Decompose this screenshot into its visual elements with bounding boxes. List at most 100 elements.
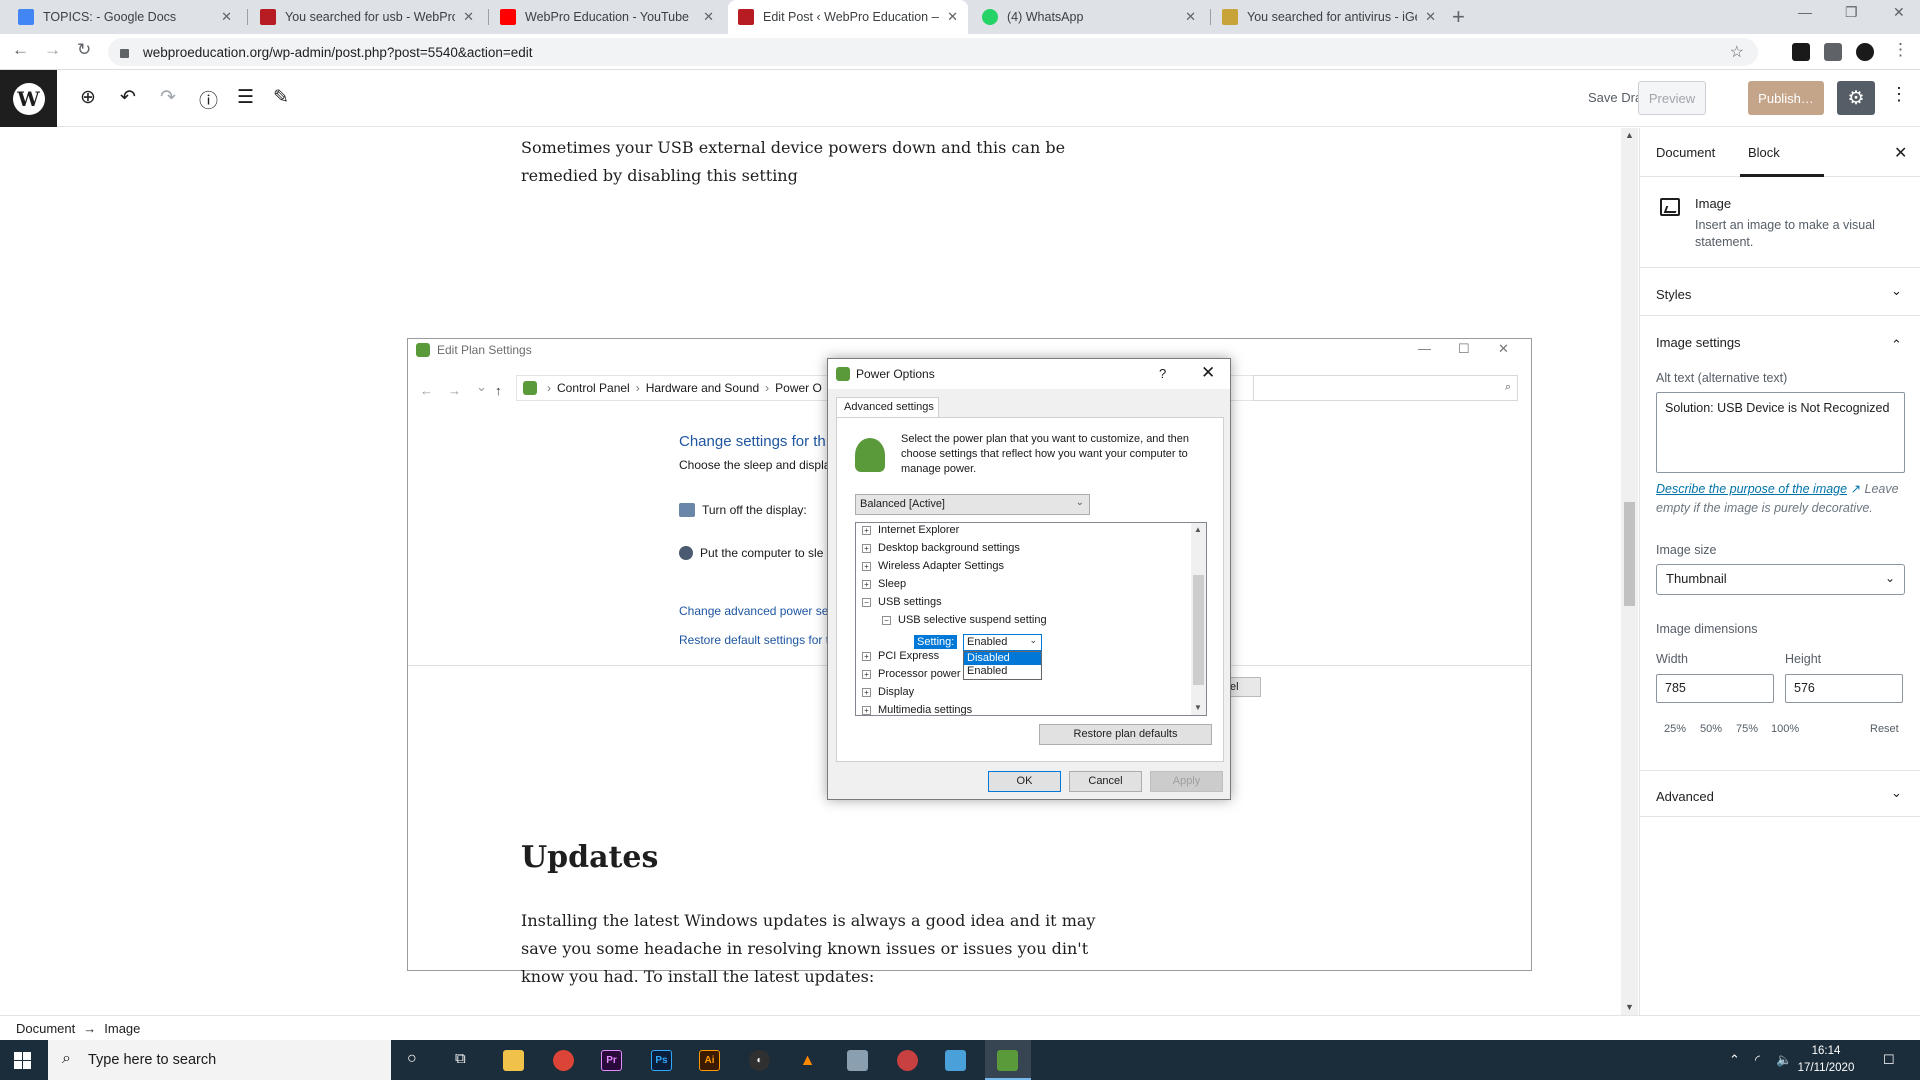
add-block-icon[interactable]: ⊕: [80, 86, 96, 109]
paragraph-block[interactable]: Installing the latest Windows updates is…: [521, 907, 1111, 991]
taskbar-search-box[interactable]: ⌕ Type here to search: [48, 1040, 391, 1080]
scale-25-button[interactable]: 25%: [1664, 723, 1686, 735]
block-navigation-icon[interactable]: ☰: [237, 86, 254, 109]
back-icon[interactable]: ←: [12, 40, 29, 60]
height-label: Height: [1785, 652, 1822, 666]
advanced-settings-panel: Select the power plan that you want to c…: [836, 417, 1224, 762]
redo-icon[interactable]: ↷: [160, 86, 176, 109]
browser-tab-iget-antivirus[interactable]: You searched for antivirus - iGet ✕: [1212, 0, 1446, 34]
app-icon[interactable]: [945, 1050, 966, 1071]
power-plan-select: ⌄ Balanced [Active]: [855, 494, 1090, 515]
dialog-description: Select the power plan that you want to c…: [901, 433, 1190, 475]
close-tab-icon[interactable]: ✕: [463, 9, 474, 25]
divider: [1640, 267, 1920, 268]
chevron-up-icon[interactable]: ⌃: [1891, 337, 1902, 353]
taskbar-clock[interactable]: 16:14 17/11/2020: [1797, 1043, 1855, 1077]
block-description: Insert an image to make a visual stateme…: [1695, 218, 1875, 249]
breadcrumb-document[interactable]: Document: [16, 1021, 75, 1036]
google-docs-favicon-icon: [18, 9, 34, 25]
address-bar[interactable]: webproeducation.org/wp-admin/post.php?po…: [108, 38, 1758, 66]
editor-scrollbar[interactable]: ▲ ▼: [1621, 128, 1638, 1015]
extension-icon[interactable]: [1792, 43, 1810, 61]
browser-menu-icon[interactable]: ⋮: [1892, 40, 1909, 60]
breadcrumb-image[interactable]: Image: [104, 1021, 140, 1036]
close-window-icon[interactable]: ✕: [1893, 4, 1905, 21]
tab-document[interactable]: Document: [1656, 145, 1715, 160]
tab-block[interactable]: Block: [1748, 145, 1780, 160]
chevron-down-icon[interactable]: ⌄: [1891, 785, 1902, 801]
edit-tool-icon[interactable]: ✎: [273, 86, 289, 109]
show-hidden-icons-icon[interactable]: ⌃: [1729, 1052, 1740, 1068]
minimize-window-icon[interactable]: —: [1798, 4, 1812, 20]
breadcrumb-item: Hardware and Sound: [645, 381, 760, 395]
height-input[interactable]: 576: [1785, 674, 1903, 703]
scale-50-button[interactable]: 50%: [1700, 723, 1722, 735]
describe-purpose-link[interactable]: Describe the purpose of the image: [1656, 482, 1847, 496]
info-icon[interactable]: ⓘ: [199, 86, 218, 113]
scale-75-button[interactable]: 75%: [1736, 723, 1758, 735]
dialog-title-bar: Power Options ? ✕: [828, 359, 1230, 389]
chevron-down-icon[interactable]: ⌄: [1891, 283, 1902, 299]
image-size-select[interactable]: Thumbnail ⌄: [1656, 564, 1905, 595]
notifications-icon[interactable]: ☐: [1883, 1052, 1895, 1068]
premiere-icon[interactable]: Pr: [601, 1050, 622, 1071]
app-icon[interactable]: [847, 1050, 868, 1071]
file-explorer-icon[interactable]: [503, 1050, 524, 1071]
webpro-favicon-icon: [738, 9, 754, 25]
close-tab-icon[interactable]: ✕: [947, 9, 958, 25]
edit-plan-window-title: Edit Plan Settings: [416, 343, 532, 357]
power-options-taskbar-button[interactable]: [985, 1040, 1031, 1080]
publish-button[interactable]: Publish…: [1748, 81, 1824, 115]
scale-100-button[interactable]: 100%: [1771, 723, 1799, 735]
clock-date: 17/11/2020: [1797, 1062, 1855, 1074]
settings-gear-icon[interactable]: ⚙: [1837, 81, 1875, 115]
app-icon[interactable]: [897, 1050, 918, 1071]
bookmark-star-icon[interactable]: ☆: [1730, 42, 1744, 62]
profile-avatar[interactable]: [1856, 43, 1874, 61]
forward-icon[interactable]: →: [44, 40, 61, 60]
close-tab-icon[interactable]: ✕: [703, 9, 714, 25]
control-panel-icon: [523, 381, 537, 395]
cortana-icon[interactable]: ○: [407, 1050, 417, 1068]
moon-icon: [679, 546, 693, 560]
tree-item: + Display: [862, 686, 914, 698]
volume-icon[interactable]: 🔈: [1776, 1052, 1792, 1068]
whatsapp-favicon-icon: [982, 9, 998, 25]
image-settings-panel-toggle[interactable]: Image settings: [1656, 335, 1741, 350]
close-tab-icon[interactable]: ✕: [1185, 9, 1196, 25]
close-sidebar-icon[interactable]: ✕: [1894, 143, 1907, 163]
chrome-icon[interactable]: [553, 1050, 574, 1071]
new-tab-button[interactable]: +: [1452, 4, 1465, 30]
paragraph-block[interactable]: Sometimes your USB external device power…: [521, 134, 1111, 190]
maximize-window-icon[interactable]: ❐: [1845, 4, 1858, 21]
browser-tab-google-docs[interactable]: TOPICS: - Google Docs ✕: [8, 0, 242, 34]
more-options-icon[interactable]: ⋮: [1890, 84, 1908, 105]
preview-button[interactable]: Preview: [1638, 81, 1706, 115]
obs-icon[interactable]: ◐: [749, 1050, 770, 1071]
illustrator-icon[interactable]: Ai: [699, 1050, 720, 1071]
styles-panel-toggle[interactable]: Styles: [1656, 287, 1691, 302]
editor-canvas: Sometimes your USB external device power…: [0, 128, 1638, 1015]
browser-tab-edit-post[interactable]: Edit Post ‹ WebPro Education — ✕: [728, 0, 968, 34]
advanced-panel-toggle[interactable]: Advanced: [1656, 789, 1714, 804]
reset-dimensions-button[interactable]: Reset: [1870, 723, 1899, 735]
browser-tab-youtube[interactable]: WebPro Education - YouTube ✕: [490, 0, 724, 34]
photoshop-icon[interactable]: Ps: [651, 1050, 672, 1071]
browser-tab-usb-search[interactable]: You searched for usb - WebPro E ✕: [250, 0, 484, 34]
browser-tab-whatsapp[interactable]: (4) WhatsApp ✕: [972, 0, 1206, 34]
width-input[interactable]: 785: [1656, 674, 1774, 703]
heading-block[interactable]: Updates: [521, 840, 658, 875]
task-view-icon[interactable]: ⧉: [455, 1050, 466, 1067]
alt-text-field[interactable]: Solution: USB Device is Not Recognized: [1656, 392, 1905, 473]
undo-icon[interactable]: ↶: [120, 86, 136, 109]
close-tab-icon[interactable]: ✕: [1425, 9, 1436, 25]
wordpress-logo-button[interactable]: W: [0, 70, 57, 127]
scrollbar-thumb[interactable]: [1624, 502, 1635, 606]
extensions-puzzle-icon[interactable]: [1824, 43, 1842, 61]
vlc-icon[interactable]: ▲: [797, 1050, 818, 1071]
reload-icon[interactable]: ↻: [77, 40, 91, 60]
network-icon[interactable]: ◜: [1755, 1052, 1760, 1068]
power-plan-icon: [416, 343, 430, 357]
windows-start-icon[interactable]: [14, 1052, 31, 1069]
close-tab-icon[interactable]: ✕: [221, 9, 232, 25]
